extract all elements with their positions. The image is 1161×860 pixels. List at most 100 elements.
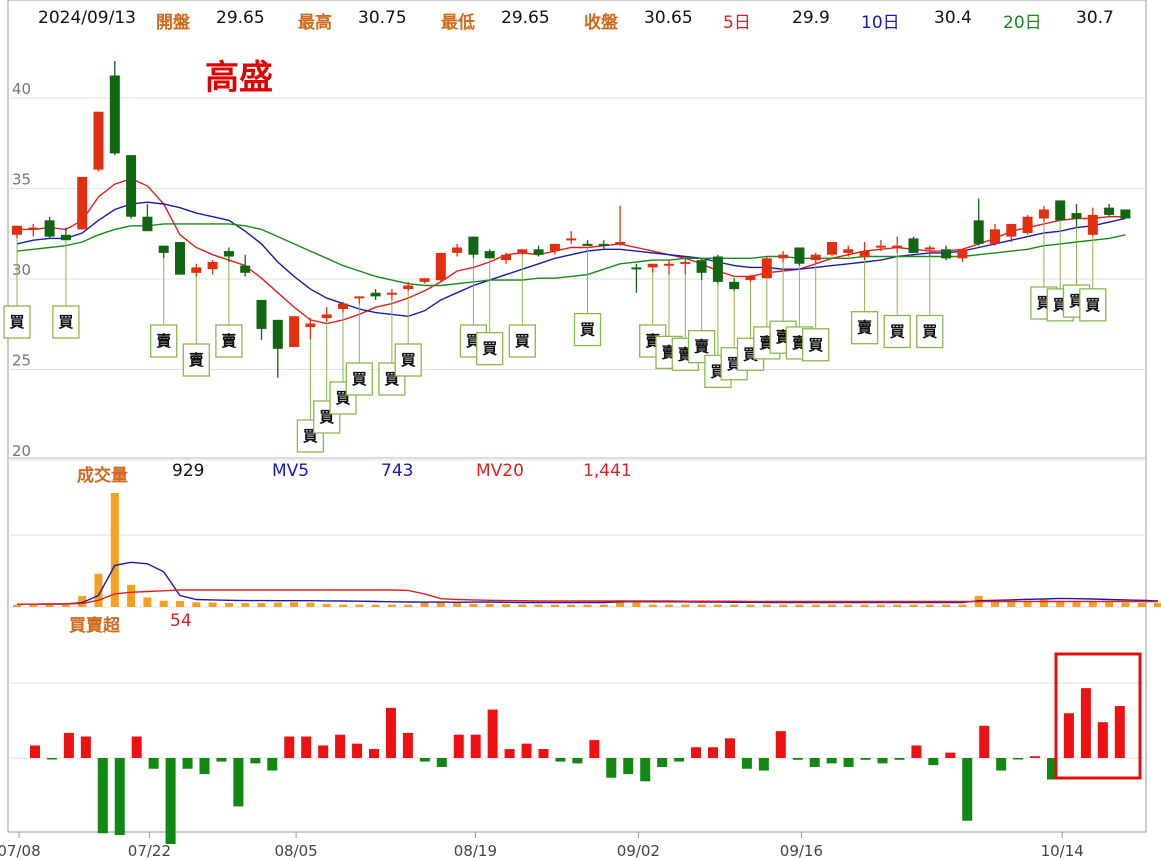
ma20-label: 20日 (1003, 13, 1042, 33)
candle-body (452, 247, 463, 253)
volume-label: 成交量 (77, 466, 128, 486)
volume-bar (697, 604, 706, 607)
net-buy-bar (30, 745, 40, 758)
volume-bar (127, 584, 136, 607)
net-sell-bar (233, 758, 244, 807)
volume-bar (844, 604, 853, 607)
candle-body (191, 267, 202, 273)
net-sell-bar (1013, 758, 1024, 760)
volume-bar (1137, 603, 1146, 607)
net-buy-bar (1080, 688, 1091, 758)
candle-body (1087, 214, 1098, 235)
volume-bar (273, 602, 282, 607)
buy-signal-label: 買 (352, 370, 367, 388)
volume-bar (534, 604, 543, 607)
volume-bar (1072, 602, 1081, 607)
buy-signal-label: 買 (482, 340, 497, 358)
net-buy-bar (318, 745, 329, 758)
candle-body (1104, 207, 1115, 215)
net-sell-bar (199, 758, 210, 775)
stock-chart: 20 25 30 35 40 07/08 07/22 08/05 08/19 09/02 09/1… (0, 0, 1161, 860)
net-buy-bar (538, 749, 549, 758)
volume-bar (746, 604, 755, 607)
volume-bar (942, 604, 951, 607)
volume-bar (469, 603, 478, 607)
high-label: 最高 (298, 13, 332, 33)
volume-bar (648, 604, 657, 607)
sell-signal-label: 賣 (221, 332, 237, 350)
candle-body (175, 242, 185, 275)
net-buy-bar (131, 736, 142, 758)
candle-body (1071, 213, 1082, 219)
candle-body (941, 249, 952, 259)
net-sell-bar (148, 758, 159, 769)
volume-bar (730, 604, 739, 607)
candle-body (501, 254, 511, 261)
volume-bar (811, 604, 820, 607)
date-tick-label: 09/16 (780, 842, 823, 860)
net-buy-bar (284, 736, 295, 758)
net-buy-bar (301, 736, 312, 758)
date-tick-label: 07/22 (128, 842, 171, 860)
candle-body (680, 261, 691, 264)
candle-body (386, 292, 397, 295)
date-tick-label: 09/02 (617, 842, 660, 860)
date-tick-label: 07/08 (0, 842, 41, 860)
candle-body (1038, 209, 1049, 219)
candle-body (827, 242, 837, 255)
volume-value: 929 (172, 461, 205, 481)
net-buy-bar (504, 749, 515, 758)
candle-body (109, 75, 120, 154)
candle-body (533, 249, 544, 255)
volume-bar (1007, 602, 1016, 607)
candle-body (1006, 223, 1017, 237)
ma10-value: 30.4 (934, 8, 972, 28)
volume-bar (29, 605, 38, 607)
candle-body (207, 261, 218, 270)
net-buy-bar (691, 747, 702, 758)
volume-bar (241, 603, 250, 607)
buy-signal-label: 買 (580, 321, 595, 339)
net-sell-bar (843, 758, 854, 767)
net-sell-bar (623, 758, 634, 775)
candle-body (289, 316, 300, 348)
volume-bar (208, 602, 217, 607)
buy-signal-label: 買 (1085, 296, 1100, 314)
candle-body (729, 281, 740, 290)
net-sell-bar (657, 758, 668, 767)
volume-bar (257, 603, 266, 607)
net-buy-bar (352, 743, 363, 758)
candle-body (973, 220, 984, 244)
open-value: 29.65 (216, 8, 265, 28)
volume-bar (339, 604, 347, 607)
net-buy-bar (589, 740, 600, 758)
volume-bar (436, 602, 445, 607)
volume-bar (828, 604, 836, 607)
candle-body (240, 265, 251, 273)
candle-body (435, 252, 446, 281)
candle-body (517, 249, 528, 253)
volume-bar (860, 604, 869, 607)
buy-signal-label: 買 (808, 336, 823, 354)
volume-bar (599, 604, 608, 607)
buy-signal-label: 買 (9, 313, 24, 331)
net-buy-bar (1114, 706, 1125, 758)
volume-bar (876, 604, 885, 607)
price-tick-label: 30 (12, 261, 31, 279)
net-sell-bar (640, 758, 651, 782)
candle-body (810, 254, 821, 261)
net-buy-bar (369, 749, 379, 758)
net-buy-bar (63, 732, 74, 758)
net-sell-bar (114, 758, 125, 836)
mv5-label: MV5 (272, 461, 310, 481)
candle-body (892, 245, 903, 248)
net-sell-bar (46, 758, 57, 760)
candle-body (745, 276, 756, 281)
net-sell-bar (792, 758, 803, 760)
header-date: 2024/09/13 (38, 8, 136, 28)
net-buy-bar (1097, 722, 1108, 758)
volume-bar (795, 604, 804, 607)
volume-bar (290, 602, 299, 607)
candle-body (419, 278, 430, 282)
net-buy-bar (487, 709, 498, 758)
